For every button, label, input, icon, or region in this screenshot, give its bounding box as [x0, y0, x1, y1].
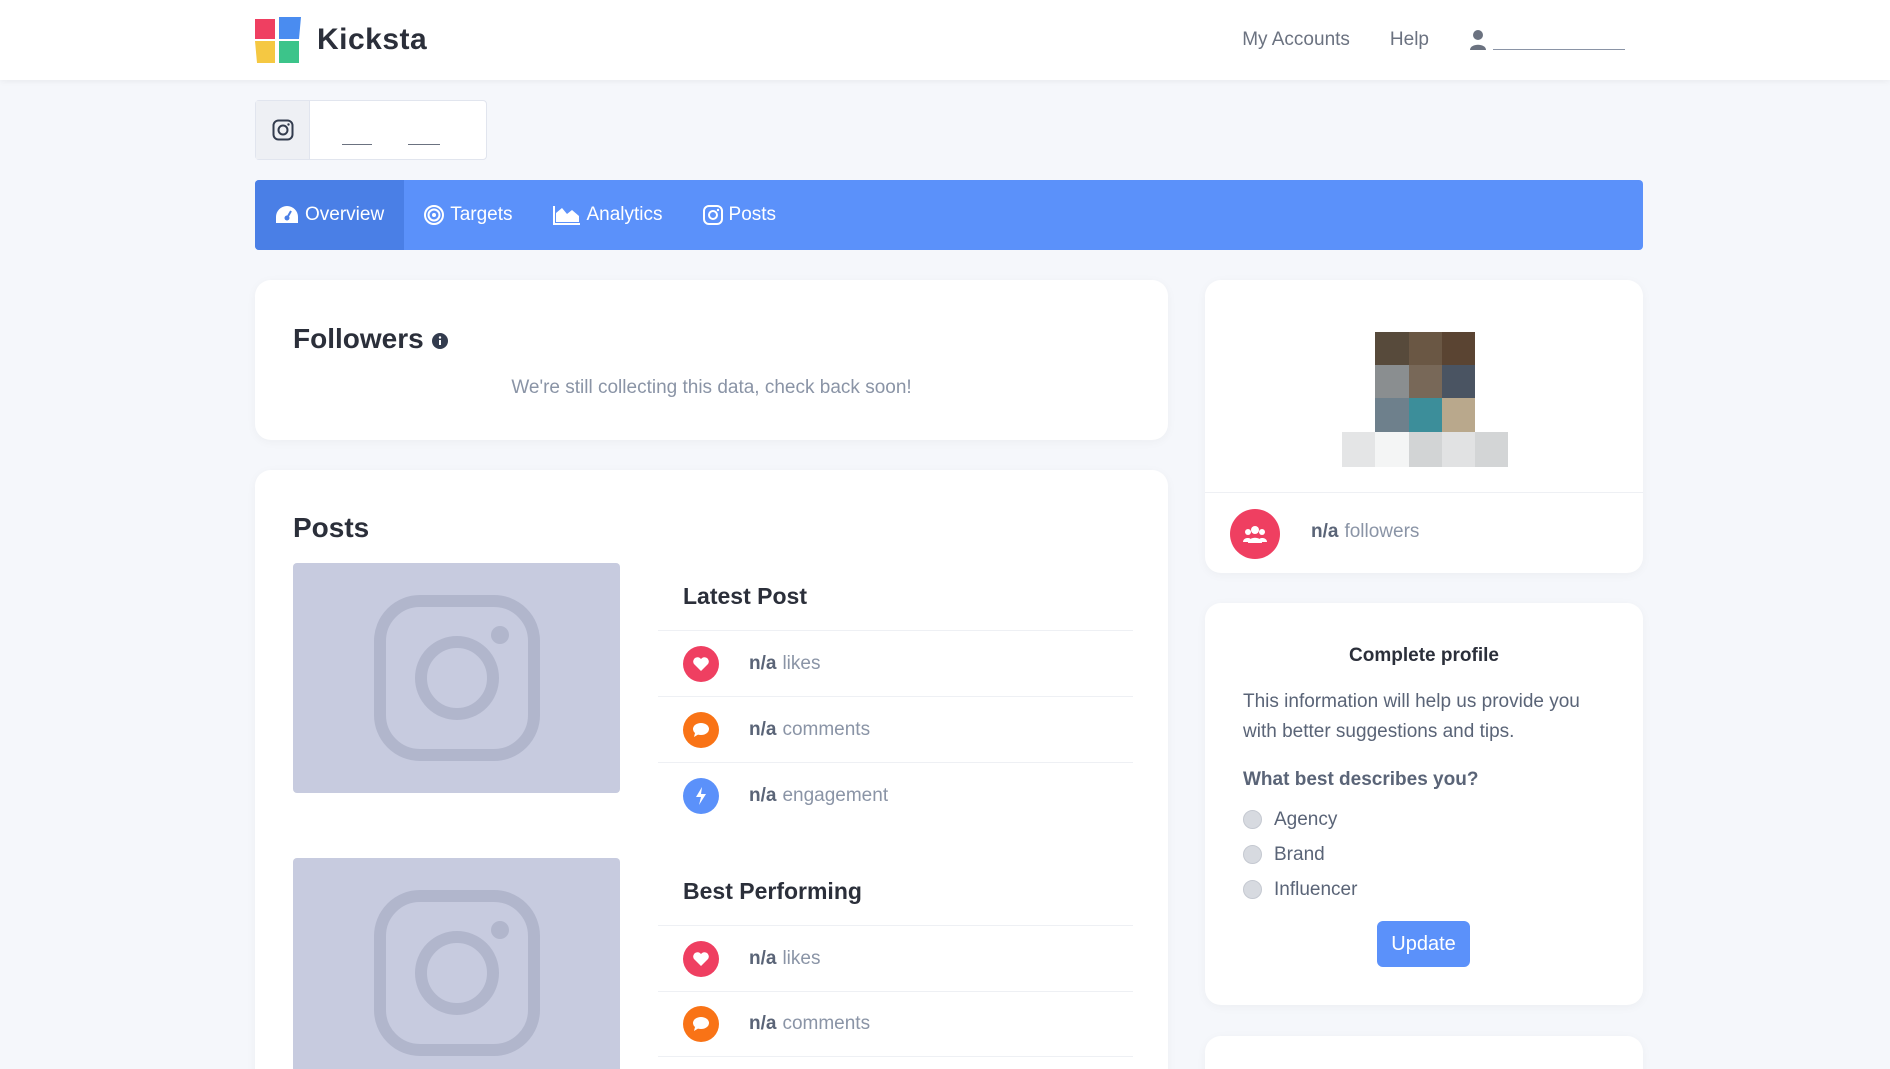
latest-comments-row: n/a comments — [658, 696, 1133, 762]
kicksta-logo-icon — [255, 17, 301, 63]
comment-icon — [683, 711, 719, 748]
option-brand[interactable]: Brand — [1243, 842, 1357, 867]
posts-card: Posts Latest Post n/a likes n/a comments… — [255, 470, 1168, 1069]
option-agency[interactable]: Agency — [1243, 807, 1357, 832]
latest-comments-value: n/a — [749, 718, 777, 740]
instagram-icon — [272, 119, 293, 141]
account-name-placeholder — [310, 101, 486, 159]
best-likes-row: n/a likes — [658, 925, 1133, 991]
target-icon — [424, 205, 445, 225]
best-comments-label: comments — [782, 1013, 871, 1034]
section-tabs: Overview Targets Analytics Posts — [255, 180, 1643, 250]
tab-analytics[interactable]: Analytics — [533, 180, 683, 250]
option-influencer-label: Influencer — [1274, 878, 1358, 900]
profile-card: n/a followers — [1205, 280, 1643, 573]
top-navbar: Kicksta My Accounts Help — [0, 0, 1890, 80]
profile-divider — [1205, 492, 1643, 493]
tab-posts-label: Posts — [728, 204, 777, 225]
profile-avatar[interactable] — [1342, 332, 1508, 467]
complete-profile-card: Complete profile This information will h… — [1205, 603, 1643, 1005]
best-performing-heading: Best Performing — [683, 878, 862, 904]
latest-engagement-label: engagement — [782, 784, 889, 806]
brand-name: Kicksta — [317, 23, 428, 56]
heart-icon — [683, 645, 719, 682]
followers-count-value: n/a — [1311, 521, 1339, 542]
tab-analytics-label: Analytics — [586, 204, 663, 225]
tab-targets-label: Targets — [450, 204, 513, 225]
help-link[interactable]: Help — [1390, 29, 1429, 51]
radio-agency[interactable] — [1243, 810, 1262, 829]
instagram-placeholder-icon — [373, 595, 540, 761]
followers-title: Followers — [293, 323, 424, 354]
radio-influencer[interactable] — [1243, 880, 1262, 899]
instagram-placeholder-icon — [373, 890, 540, 1056]
latest-likes-label: likes — [782, 652, 821, 674]
latest-engagement-row: n/a engagement — [658, 762, 1133, 828]
area-chart-icon — [552, 206, 580, 225]
user-icon[interactable] — [1469, 29, 1487, 51]
posts-title: Posts — [293, 512, 370, 543]
latest-post-heading: Latest Post — [683, 583, 807, 609]
username-placeholder[interactable] — [1493, 48, 1625, 50]
followers-empty-message: We're still collecting this data, check … — [511, 377, 912, 398]
tab-posts[interactable]: Posts — [683, 180, 797, 250]
best-likes-value: n/a — [749, 947, 777, 969]
latest-engagement-value: n/a — [749, 784, 777, 806]
followers-card: Followers We're still collecting this da… — [255, 280, 1168, 440]
latest-post-image[interactable] — [293, 563, 620, 793]
latest-comments-label: comments — [782, 718, 871, 740]
update-button[interactable]: Update — [1377, 921, 1470, 967]
tab-overview[interactable]: Overview — [255, 180, 405, 250]
comment-icon — [683, 1006, 719, 1042]
best-post-image[interactable] — [293, 858, 620, 1069]
tab-overview-label: Overview — [305, 204, 385, 225]
complete-profile-title: Complete profile — [1349, 645, 1499, 666]
account-switcher[interactable] — [255, 100, 487, 160]
tab-targets[interactable]: Targets — [404, 180, 532, 250]
best-likes-label: likes — [782, 947, 821, 969]
bolt-icon — [683, 777, 719, 814]
users-icon — [1230, 509, 1280, 559]
best-comments-row: n/a comments — [658, 991, 1133, 1057]
option-agency-label: Agency — [1274, 808, 1338, 830]
radio-brand[interactable] — [1243, 845, 1262, 864]
complete-profile-question: What best describes you? — [1243, 769, 1479, 790]
my-accounts-link[interactable]: My Accounts — [1242, 29, 1350, 51]
latest-likes-value: n/a — [749, 652, 777, 674]
brand-logo[interactable]: Kicksta — [255, 17, 427, 63]
latest-likes-row: n/a likes — [658, 630, 1133, 696]
option-brand-label: Brand — [1274, 843, 1325, 865]
best-comments-value: n/a — [749, 1013, 777, 1034]
instagram-icon — [702, 205, 723, 225]
info-icon[interactable] — [431, 333, 448, 349]
next-card — [1205, 1036, 1643, 1069]
gauge-icon — [276, 206, 298, 223]
instagram-badge — [256, 101, 310, 159]
complete-profile-description: This information will help us provide yo… — [1243, 691, 1580, 742]
followers-count-label: followers — [1344, 521, 1420, 542]
heart-icon — [683, 940, 719, 977]
option-influencer[interactable]: Influencer — [1243, 877, 1357, 902]
